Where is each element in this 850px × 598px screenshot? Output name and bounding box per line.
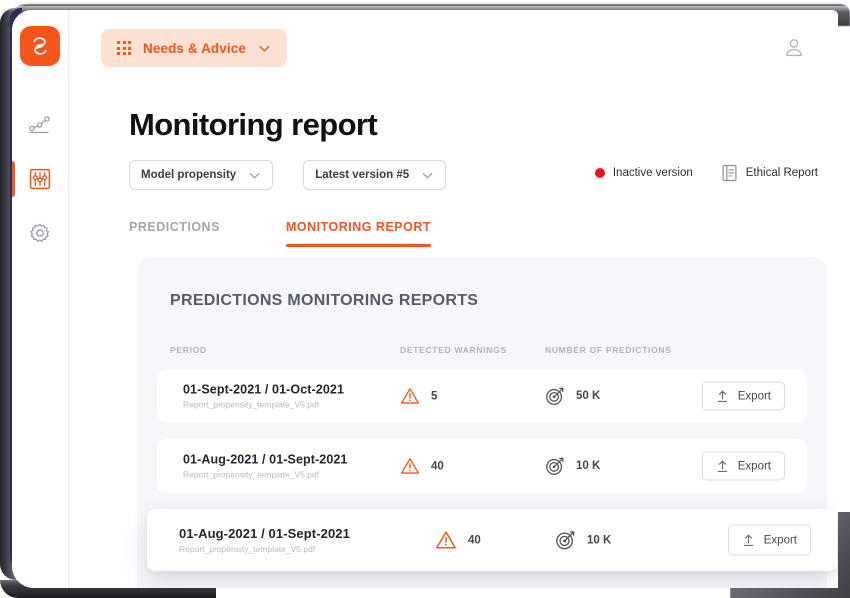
page-title: Monitoring report bbox=[129, 107, 378, 142]
column-header-detected-warnings: DETECTED WARNINGS bbox=[400, 345, 507, 355]
chevron-down-icon bbox=[249, 172, 260, 178]
row-actions: Export bbox=[727, 524, 811, 556]
row-warnings-value: 5 bbox=[431, 390, 438, 402]
table-row[interactable]: 01-Aug-2021 / 01-Sept-2021 Report_propen… bbox=[157, 439, 807, 493]
row-predictions: 10 K bbox=[545, 456, 600, 476]
workspace-label: Needs & Advice bbox=[143, 40, 246, 56]
row-warnings: 40 bbox=[400, 457, 444, 476]
upload-icon bbox=[717, 390, 727, 402]
export-button[interactable]: Export bbox=[701, 381, 785, 411]
warning-triangle-icon bbox=[436, 531, 456, 549]
table-row[interactable]: 01-Aug-2021 / 01-Sept-2021 Report_propen… bbox=[147, 509, 837, 571]
predictions-monitoring-panel: PREDICTIONS MONITORING REPORTS PERIOD DE… bbox=[137, 257, 837, 588]
warning-triangle-icon bbox=[400, 388, 420, 404]
tab-bar: PREDICTIONS MONITORING REPORT bbox=[129, 220, 432, 247]
page-content: Monitoring report Model propensity Lates… bbox=[69, 84, 838, 588]
row-predictions-value: 50 K bbox=[576, 390, 601, 402]
row-predictions-value: 10 K bbox=[587, 534, 612, 546]
tab-predictions[interactable]: PREDICTIONS bbox=[129, 220, 220, 247]
version-select[interactable]: Latest version #5 bbox=[303, 160, 447, 190]
tab-monitoring-report[interactable]: MONITORING REPORT bbox=[285, 220, 432, 247]
model-select[interactable]: Model propensity bbox=[129, 160, 274, 190]
row-warnings-value: 40 bbox=[431, 460, 444, 472]
export-button-label: Export bbox=[737, 460, 771, 472]
row-actions: Export bbox=[701, 381, 785, 411]
table-row[interactable]: 01-Sept-2021 / 01-Oct-2021 Report_propen… bbox=[157, 369, 807, 423]
row-warnings: 40 bbox=[435, 530, 481, 551]
version-status-badge: Inactive version bbox=[594, 167, 693, 179]
row-warnings-value: 40 bbox=[468, 534, 481, 546]
sidebar bbox=[12, 10, 69, 588]
sidebar-item-models[interactable] bbox=[12, 152, 69, 206]
sliders-icon bbox=[29, 168, 51, 190]
row-period-file: Report_propensity_template_V5.pdf bbox=[179, 544, 316, 554]
ethical-report-label: Ethical Report bbox=[745, 167, 818, 179]
column-header-period: PERIOD bbox=[170, 345, 207, 355]
target-icon bbox=[556, 531, 575, 550]
table-header: PERIOD DETECTED WARNINGS NUMBER OF PREDI… bbox=[170, 345, 807, 359]
workspace-selector[interactable]: Needs & Advice bbox=[101, 29, 287, 67]
model-select-value: Model propensity bbox=[141, 169, 237, 181]
target-icon bbox=[546, 387, 564, 405]
row-predictions: 50 K bbox=[545, 386, 600, 406]
row-warnings: 5 bbox=[400, 387, 437, 406]
warning-triangle-icon bbox=[400, 458, 420, 474]
gear-icon bbox=[30, 223, 50, 242]
top-bar: Needs & Advice bbox=[69, 10, 838, 84]
row-period: 01-Aug-2021 / 01-Sept-2021 Report_propen… bbox=[183, 453, 347, 480]
analytics-icon bbox=[29, 116, 50, 134]
status-dot-icon bbox=[594, 168, 605, 178]
row-period: 01-Aug-2021 / 01-Sept-2021 Report_propen… bbox=[179, 526, 350, 554]
avatar[interactable] bbox=[782, 36, 806, 60]
column-header-number-of-predictions: NUMBER OF PREDICTIONS bbox=[545, 345, 672, 355]
zelros-logo-glyph bbox=[33, 37, 47, 55]
sidebar-item-analytics[interactable] bbox=[12, 98, 69, 152]
document-icon bbox=[722, 164, 737, 182]
row-actions: Export bbox=[701, 451, 785, 481]
chevron-down-icon bbox=[259, 45, 270, 52]
export-button[interactable]: Export bbox=[727, 524, 811, 556]
row-period-range: 01-Aug-2021 / 01-Sept-2021 bbox=[183, 452, 348, 467]
zelros-logo[interactable] bbox=[20, 26, 60, 66]
export-button[interactable]: Export bbox=[701, 451, 785, 481]
panel-title: PREDICTIONS MONITORING REPORTS bbox=[170, 292, 479, 309]
upload-icon bbox=[717, 460, 727, 472]
export-button-label: Export bbox=[737, 390, 771, 402]
row-predictions: 10 K bbox=[555, 530, 611, 551]
user-icon bbox=[786, 39, 802, 57]
version-select-value: Latest version #5 bbox=[315, 169, 410, 181]
chevron-down-icon bbox=[422, 172, 433, 178]
version-status-label: Inactive version bbox=[612, 167, 693, 179]
target-icon bbox=[546, 457, 564, 475]
sidebar-item-settings[interactable] bbox=[12, 206, 69, 260]
app-window: Needs & Advice Monitoring report Model p… bbox=[12, 10, 838, 588]
upload-icon bbox=[743, 534, 753, 546]
ethical-report-link[interactable]: Ethical Report bbox=[721, 164, 818, 182]
row-predictions-value: 10 K bbox=[576, 460, 601, 472]
row-period-range: 01-Sept-2021 / 01-Oct-2021 bbox=[183, 382, 345, 397]
row-period-file: Report_propensity_template_V5.pdf bbox=[183, 469, 320, 480]
device-frame: Needs & Advice Monitoring report Model p… bbox=[0, 0, 850, 598]
export-button-label: Export bbox=[763, 534, 797, 546]
status-row: Inactive version Ethical Report bbox=[594, 164, 818, 182]
filter-row: Model propensity Latest version #5 bbox=[129, 160, 447, 190]
row-period: 01-Sept-2021 / 01-Oct-2021 Report_propen… bbox=[183, 383, 344, 410]
grid-icon bbox=[117, 41, 131, 55]
row-period-range: 01-Aug-2021 / 01-Sept-2021 bbox=[179, 526, 350, 541]
row-period-file: Report_propensity_template_V5.pdf bbox=[183, 399, 320, 410]
